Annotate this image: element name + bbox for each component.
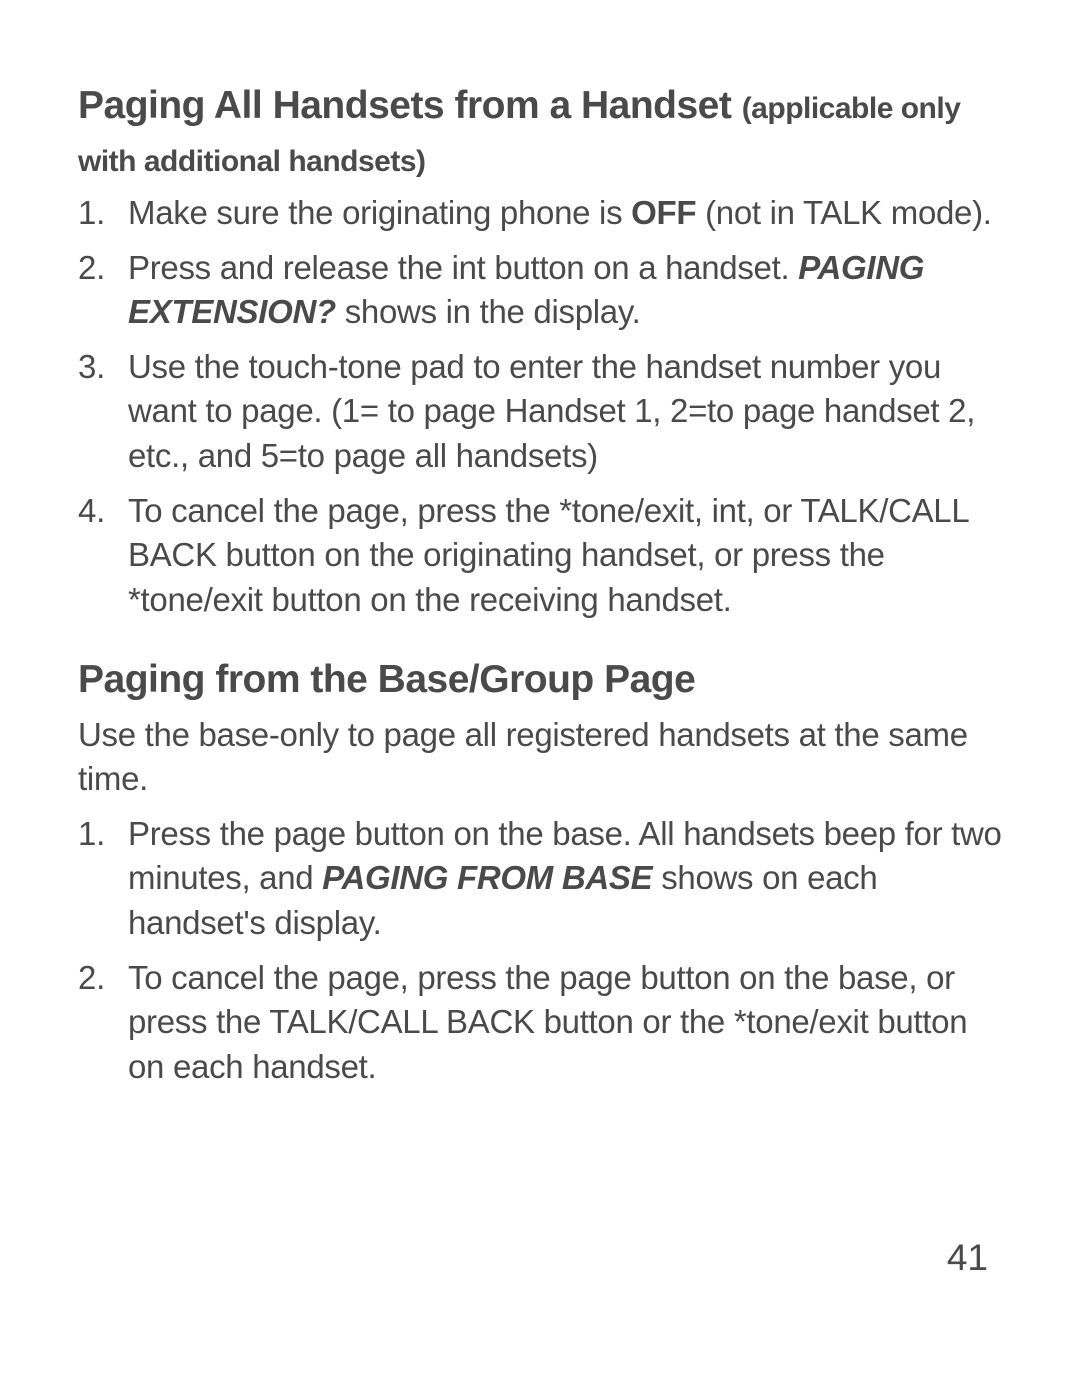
heading-text: Paging from the Base/Group Page: [78, 658, 695, 701]
intro-text: Use the base-only to page all registered…: [78, 716, 968, 798]
step-text: (not in TALK mode).: [696, 194, 991, 231]
step-text-bold: OFF: [631, 194, 696, 231]
step-text: To cancel the page, press the page butto…: [128, 959, 967, 1085]
step-item: Use the touch-tone pad to enter the hand…: [78, 345, 1002, 479]
step-text: To cancel the page, press the *tone/exit…: [128, 492, 968, 618]
steps-list-2: Press the page button on the base. All h…: [78, 812, 1002, 1089]
section-paging-all-handsets: Paging All Handsets from a Handset (appl…: [78, 80, 1002, 622]
page-number-text: 41: [947, 1237, 988, 1278]
step-item: To cancel the page, press the *tone/exit…: [78, 489, 1002, 623]
step-item: Make sure the originating phone is OFF (…: [78, 191, 1002, 236]
heading-paging-base: Paging from the Base/Group Page: [78, 654, 1002, 707]
step-text: Use the touch-tone pad to enter the hand…: [128, 348, 975, 474]
heading-main-text: Paging All Handsets from a Handset: [78, 84, 742, 127]
heading-paging-all: Paging All Handsets from a Handset (appl…: [78, 80, 1002, 185]
step-text-bolditalic: PAGING FROM BASE: [322, 859, 652, 896]
step-text: Press and release the int button on a ha…: [128, 249, 798, 286]
step-text: shows in the display.: [336, 293, 641, 330]
section-paging-from-base: Paging from the Base/Group Page Use the …: [78, 654, 1002, 1089]
intro-paragraph: Use the base-only to page all registered…: [78, 713, 1002, 802]
step-item: Press and release the int button on a ha…: [78, 246, 1002, 335]
step-item: Press the page button on the base. All h…: [78, 812, 1002, 946]
page-number: 41: [947, 1237, 988, 1279]
steps-list-1: Make sure the originating phone is OFF (…: [78, 191, 1002, 622]
step-text: Make sure the originating phone is: [128, 194, 631, 231]
step-item: To cancel the page, press the page butto…: [78, 956, 1002, 1090]
